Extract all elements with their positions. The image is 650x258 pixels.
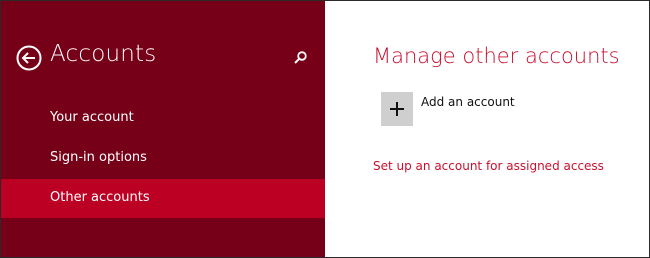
assigned-access-link[interactable]: Set up an account for assigned access — [373, 159, 604, 173]
sidebar-item-label: Sign-in options — [50, 150, 147, 165]
back-arrow-icon — [16, 45, 42, 71]
sidebar-item-sign-in-options[interactable]: Sign-in options — [1, 139, 325, 178]
search-button[interactable] — [292, 50, 308, 66]
add-account-button[interactable] — [381, 92, 413, 126]
sidebar-item-label: Your account — [50, 110, 134, 125]
back-button[interactable] — [16, 45, 42, 71]
sidebar: Accounts Your account Sign-in options Ot… — [1, 1, 325, 257]
sidebar-item-label: Other accounts — [50, 190, 150, 205]
sidebar-item-other-accounts[interactable]: Other accounts — [1, 179, 325, 218]
plus-icon — [390, 102, 404, 116]
search-icon — [294, 51, 307, 64]
page-title: Accounts — [50, 41, 157, 67]
settings-window: Accounts Your account Sign-in options Ot… — [0, 0, 650, 258]
section-title: Manage other accounts — [373, 44, 620, 68]
add-account-label[interactable]: Add an account — [421, 95, 515, 109]
sidebar-item-your-account[interactable]: Your account — [1, 99, 325, 138]
